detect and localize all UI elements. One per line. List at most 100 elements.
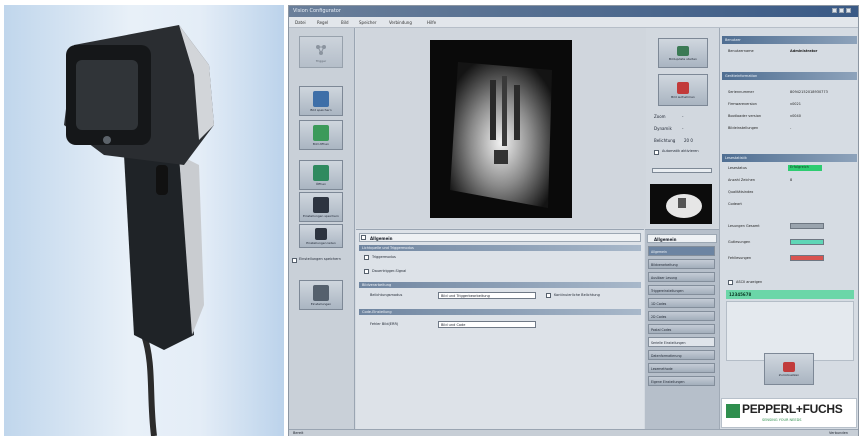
exposure-mode-select[interactable]: Bild und Triggerbearbeitung (438, 292, 536, 299)
settings-panel: Allgemein Lichtquelle und Triggermodus T… (356, 229, 644, 429)
tab-read-trigger[interactable]: Auslöser Lesung (648, 272, 715, 282)
user-name-value: Administrator (790, 49, 818, 53)
reset-icon (783, 361, 795, 372)
trigger-mode-radio[interactable] (364, 255, 369, 260)
bootloader-value: v0040 (790, 114, 801, 118)
tab-serial-settings[interactable]: Serielle Einstellungen (648, 337, 715, 347)
save-image-label: Bild speichern (310, 107, 332, 112)
minimize-button[interactable] (832, 8, 837, 13)
read-status-label: Lesestatus (728, 166, 747, 170)
capture-image-button[interactable]: Bild aufnehmen (658, 74, 708, 106)
tab-1d-codes[interactable]: 1D Codes (648, 298, 715, 308)
open-button[interactable]: Öffnen (299, 160, 343, 190)
menu-item-datei[interactable]: Datei (295, 20, 306, 25)
left-toolbar: Trigger Bild speichern Bild öffnen Öffne… (289, 28, 355, 429)
serial-value: 80942152018930773 (790, 90, 828, 94)
serial-label: Seriennummer (728, 90, 755, 94)
good-reads-label: Gutlesungen (728, 240, 751, 244)
logo-text: PEPPERL+FUCHS (742, 402, 843, 416)
status-left-text: Bereit (293, 431, 304, 435)
group-code-settings: Code-Einstellung (359, 309, 641, 315)
scanned-label-image (430, 40, 572, 218)
bad-reads-indicator (790, 255, 824, 261)
settings-load-icon (315, 227, 327, 240)
bootloader-label: Bootloader version (728, 114, 762, 118)
total-reads-indicator (790, 223, 824, 229)
folder-image-icon (313, 124, 329, 141)
reset-button[interactable]: Zurücksetzen (764, 353, 814, 385)
firmware-value: v0021 (790, 102, 801, 106)
thumbnail-image (650, 184, 712, 224)
menu-item-bild[interactable]: Bild (341, 20, 349, 25)
save-icon (313, 90, 329, 107)
ascii-checkbox[interactable] (728, 280, 733, 285)
menu-bar: Datei Regel Bild Speicher Verbindung Hil… (289, 17, 858, 28)
handheld-scanner-image (64, 25, 214, 437)
start-update-button[interactable]: Bildupdate starten (658, 38, 708, 68)
tabs-header: Allgemein (647, 234, 717, 243)
continuous-exposure-checkbox[interactable] (546, 293, 551, 298)
code-type-label: Codeart (728, 202, 742, 206)
settings-panel-header: Allgemein (359, 233, 641, 242)
continuous-trigger-radio[interactable] (364, 269, 369, 274)
pepperl-fuchs-logo: PEPPERL+FUCHS SENSING YOUR NEEDS (721, 398, 857, 428)
menu-item-speicher[interactable]: Speicher (359, 20, 377, 25)
save-settings-button[interactable]: Einstellungen speichern (299, 192, 343, 222)
continuous-trigger-label: Dauertrigger-Signal (372, 269, 407, 273)
total-reads-label: Lesungen Gesamt (728, 224, 760, 228)
image-view-area (356, 28, 646, 228)
open-image-button[interactable]: Bild öffnen (299, 120, 343, 150)
maximize-button[interactable] (839, 8, 844, 13)
firmware-label: Firmwareversion (728, 102, 757, 106)
ascii-label: ASCII anzeigen (736, 280, 763, 284)
tab-2d-codes[interactable]: 2D Codes (648, 311, 715, 321)
settings-save-icon (313, 196, 329, 213)
menu-item-verbindung[interactable]: Verbindung (389, 20, 412, 25)
camera-icon (313, 284, 329, 301)
settings-label: Einstellungen (310, 301, 332, 306)
error-image-select[interactable]: Bild und Code (438, 321, 536, 328)
user-section-header: Benutzer (722, 36, 857, 44)
zoom-label: Zoom (654, 114, 666, 119)
tab-postal-codes[interactable]: Postal Codes (648, 324, 715, 334)
trigger-button[interactable]: Trigger (299, 36, 343, 68)
continuous-exposure-label: Kontinuierliche Belichtung (554, 293, 600, 297)
save-settings-label: Einstellungen speichern (303, 213, 339, 218)
settings-button[interactable]: Einstellungen (299, 280, 343, 310)
auto-exposure-checkbox[interactable] (654, 150, 659, 155)
bad-reads-label: Fehllesungen (728, 256, 752, 260)
exposure-mode-label: Belichtungsmodus (370, 293, 403, 297)
auto-exposure-label: Automatik aktivieren (662, 149, 699, 153)
exposure-slider[interactable] (652, 168, 712, 173)
window-title: Vision Configurator (293, 8, 341, 14)
save-settings-checkbox[interactable] (292, 258, 297, 263)
quality-label: Qualitätsindex (728, 190, 754, 194)
settings-tabs: Allgemein Allgemein Bildverarbeitung Aus… (645, 229, 719, 429)
title-bar: Vision Configurator (289, 6, 858, 17)
save-image-button[interactable]: Bild speichern (299, 86, 343, 116)
right-info-panel: Benutzer Benutzername Administrator Gerä… (719, 28, 858, 429)
close-button[interactable] (846, 8, 851, 13)
network-icon (313, 42, 329, 58)
tab-data-formatting[interactable]: Datenformatierung (648, 350, 715, 360)
result-section-header: Lesestatistik (722, 154, 857, 162)
status-right-text: Verbunden (829, 431, 848, 435)
tab-read-method[interactable]: Lesemethode (648, 363, 715, 373)
dynamic-label: Dynamik (654, 126, 672, 131)
tab-custom-settings[interactable]: Eigene Einstellungen (648, 376, 715, 386)
exposure-value: 20 0 (684, 138, 693, 143)
open-label: Öffnen (315, 181, 327, 186)
tab-image-processing[interactable]: Bildverarbeitung (648, 259, 715, 269)
exposure-label: Belichtung (654, 138, 676, 143)
trigger-mode-label: Triggermodus (372, 255, 396, 259)
menu-item-regel[interactable]: Regel (317, 20, 328, 25)
collapse-icon[interactable] (361, 235, 366, 240)
camera-controls: Bildupdate starten Bild aufnehmen Zoom -… (646, 28, 719, 228)
load-settings-button[interactable]: Einstellungen laden (299, 224, 343, 248)
camera-capture-icon (677, 81, 689, 94)
tab-general[interactable]: Allgemein (648, 246, 715, 256)
image-settings-label: Bildeinstellungen (728, 126, 759, 130)
group-light-trigger: Lichtquelle und Triggermodus (359, 245, 641, 251)
menu-item-hilfe[interactable]: Hilfe (427, 20, 436, 25)
tab-trigger-settings[interactable]: Triggereinstellungen (648, 285, 715, 295)
